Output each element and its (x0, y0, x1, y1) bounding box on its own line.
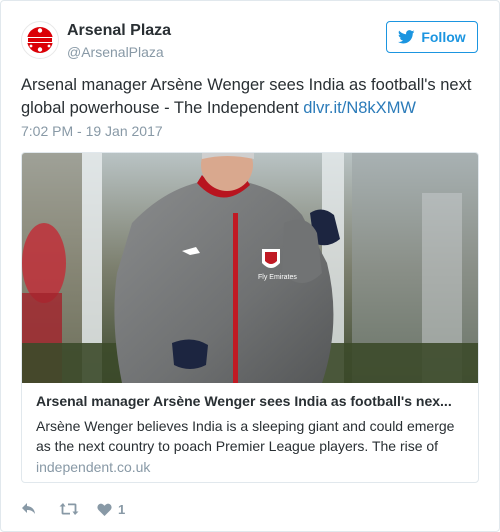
heart-icon (97, 503, 112, 516)
follow-button[interactable]: Follow (386, 21, 478, 53)
tweet-text: Arsenal manager Arsène Wenger sees India… (21, 74, 481, 120)
card-description: Arsène Wenger believes India is a sleepi… (36, 418, 455, 454)
avatar[interactable] (21, 21, 59, 59)
reply-icon (22, 503, 35, 514)
follow-label: Follow (421, 29, 466, 45)
arsenal-crest-icon (23, 23, 57, 57)
link-card[interactable]: Fly Emirates Arsenal manager Arsène Weng… (21, 152, 479, 483)
twitter-bird-icon (398, 30, 415, 44)
tweet-card: Arsenal Plaza @ArsenalPlaza Follow Arsen… (0, 0, 500, 532)
like-count: 1 (118, 501, 126, 517)
card-title[interactable]: Arsenal manager Arsène Wenger sees India… (36, 393, 466, 409)
like-button[interactable]: 1 (97, 502, 125, 517)
tweet-actions: 1 (21, 498, 125, 520)
card-domain[interactable]: independent.co.uk (36, 459, 150, 475)
retweet-button[interactable] (59, 502, 79, 516)
tweet-link[interactable]: dlvr.it/N8kXMW (303, 99, 416, 117)
wenger-photo: Fly Emirates (22, 153, 478, 383)
user-handle[interactable]: @ArsenalPlaza (67, 44, 164, 60)
jacket-sponsor-text: Fly Emirates (258, 274, 297, 281)
card-image[interactable]: Fly Emirates (22, 153, 478, 383)
display-name[interactable]: Arsenal Plaza (67, 22, 171, 40)
timestamp[interactable]: 7:02 PM - 19 Jan 2017 (21, 123, 163, 139)
reply-button[interactable] (21, 502, 37, 516)
retweet-icon (59, 503, 79, 515)
